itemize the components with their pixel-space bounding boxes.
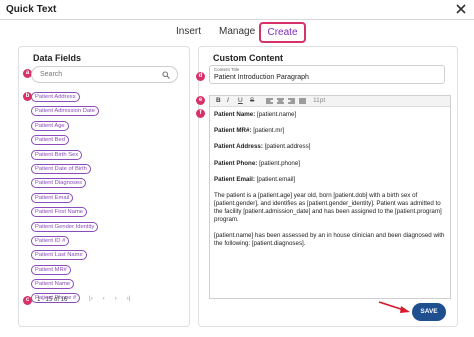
data-field-chip[interactable]: Patient Birth Sex [31, 149, 83, 160]
data-field-chip[interactable]: Patient Gender Identity [31, 221, 99, 232]
annotation-badge-d: d [196, 72, 205, 81]
data-field-chip[interactable]: Patient Bed [31, 135, 69, 146]
underline-button[interactable]: U [238, 97, 243, 104]
data-field-chip[interactable]: Patient Diagnoses [31, 178, 87, 189]
data-field-chip[interactable]: Patient Email [31, 192, 74, 203]
annotation-badge-f: f [196, 109, 205, 118]
patient-phone-line: Patient Phone: [patient.phone] [214, 159, 301, 167]
align-left-icon[interactable] [266, 98, 273, 105]
data-fields-panel: Data Fields a Search b Patient Address P… [18, 46, 190, 327]
italic-button[interactable]: I [227, 97, 229, 104]
tab-manage[interactable]: Manage [219, 26, 255, 37]
editor-toolbar: B I U S 11pt [210, 96, 450, 107]
strikethrough-button[interactable]: S [250, 97, 254, 104]
custom-content-heading: Custom Content [213, 53, 283, 63]
close-icon[interactable] [454, 2, 468, 16]
data-field-chip[interactable]: Patient Name [31, 279, 75, 290]
align-justify-icon[interactable] [299, 98, 306, 105]
content-title-field[interactable]: Content Title Patient Introduction Parag… [209, 65, 445, 84]
data-field-chip[interactable]: Patient Age [31, 120, 69, 131]
content-title-value: Patient Introduction Paragraph [214, 74, 309, 81]
last-page-button[interactable]: ›| [127, 295, 131, 302]
rich-text-editor: B I U S 11pt Patient Name: [patient.name… [209, 95, 451, 299]
patient-email-line: Patient Email: [patient.email] [214, 175, 296, 183]
editor-content[interactable]: Patient Name: [patient.name] Patient MR#… [214, 111, 446, 256]
arrow-icon [378, 301, 410, 313]
patient-mr-line: Patient MR#: [patient.mr] [214, 127, 285, 135]
patient-name-line: Patient Name: [patient.name] [214, 111, 297, 118]
data-field-chip[interactable]: Patient Date of Birth [31, 163, 91, 174]
custom-content-panel: Custom Content d Content Title Patient I… [196, 46, 458, 327]
content-title-label: Content Title [214, 67, 240, 72]
annotation-badge-c: c [23, 296, 32, 305]
paragraph-intro: The patient is a [patient.age] year old,… [214, 192, 442, 223]
prev-page-button[interactable]: ‹ [103, 295, 105, 302]
paragraph-diagnoses: [patient.name] has been assessed by an i… [214, 231, 445, 247]
next-page-button[interactable]: › [115, 295, 117, 302]
tab-insert[interactable]: Insert [176, 26, 201, 37]
align-center-icon[interactable] [277, 98, 284, 105]
first-page-button[interactable]: |‹ [89, 295, 93, 302]
search-icon [162, 71, 170, 79]
title-bar: Quick Text [0, 0, 474, 20]
data-field-chip[interactable]: Patient First Name [31, 207, 87, 218]
data-field-list: Patient Address Patient Admission Date P… [31, 92, 181, 308]
data-field-chip[interactable]: Patient Admission Date [31, 106, 99, 117]
search-input[interactable]: Search [31, 66, 178, 83]
save-button[interactable]: SAVE [412, 303, 446, 321]
data-field-chip[interactable]: Patient Last Name [31, 250, 87, 261]
patient-address-line: Patient Address: [patient.address] [214, 143, 311, 151]
data-fields-heading: Data Fields [33, 53, 82, 63]
window-title: Quick Text [6, 4, 57, 15]
tab-bar: Insert Manage Create [0, 22, 474, 44]
annotation-badge-e: e [196, 96, 205, 105]
data-field-chip[interactable]: Patient MR# [31, 264, 71, 275]
pagination-controls: |‹ ‹ › ›| [89, 295, 139, 302]
bold-button[interactable]: B [216, 97, 221, 104]
data-field-chip[interactable]: Patient Address [31, 92, 80, 102]
tab-create[interactable]: Create [259, 22, 306, 43]
align-right-icon[interactable] [288, 98, 295, 105]
pagination-text: 1 - 15 of 16 [37, 297, 68, 303]
search-placeholder: Search [40, 71, 63, 78]
font-size-select[interactable]: 11pt [313, 97, 325, 104]
data-field-chip[interactable]: Patient ID # [31, 235, 70, 246]
